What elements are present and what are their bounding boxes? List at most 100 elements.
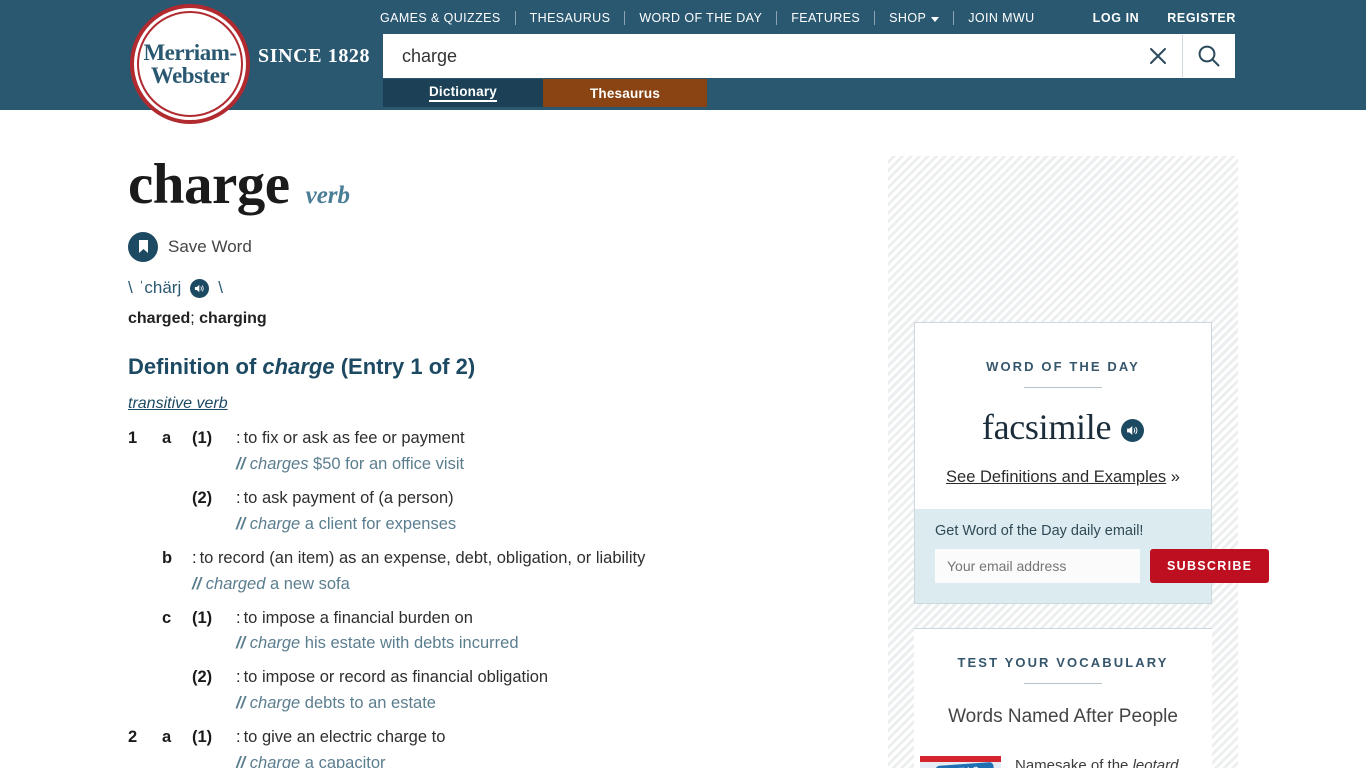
functional-label[interactable]: transitive verb <box>128 395 228 413</box>
sense-example: // charges $50 for an office visit <box>128 453 848 477</box>
logo-text: Merriam- Webster <box>137 11 243 117</box>
sense-letter: a <box>162 728 172 747</box>
search-icon[interactable] <box>1182 35 1234 77</box>
pron-close-slash: \ <box>218 278 223 297</box>
speaker-icon[interactable] <box>1121 418 1145 442</box>
colon: : <box>192 548 197 567</box>
nav-item-games-quizzes[interactable]: GAMES & QUIZZES <box>380 11 515 25</box>
sense-subnumber: (1) <box>192 728 213 747</box>
sense-row: c (1) : to impose a financial burden on <box>128 607 848 631</box>
colon: : <box>236 488 241 507</box>
sense-block: 1 a (1) : to fix or ask as fee or payment… <box>128 427 848 537</box>
bookmark-icon <box>128 232 158 262</box>
sense-subnumber: (2) <box>192 488 213 507</box>
sense-subnumber: (1) <box>192 429 213 447</box>
email-field[interactable] <box>935 549 1140 583</box>
nav-label: THESAURUS <box>529 11 611 25</box>
sense-text: to fix or ask as fee or payment <box>243 429 465 447</box>
nav-item-shop[interactable]: SHOP <box>875 11 953 25</box>
nav-label: SHOP <box>889 11 927 25</box>
sense-letter: c <box>162 608 172 627</box>
nav-item-join-mwu[interactable]: JOIN MWU <box>954 11 1048 25</box>
see-definitions-text: See Definitions and Examples <box>946 468 1167 486</box>
sense-letter: b <box>162 548 173 567</box>
sense-definition: : to ask payment of (a person) <box>236 487 848 511</box>
primary-nav: GAMES & QUIZZES THESAURUS WORD OF THE DA… <box>380 9 1049 27</box>
sense-row: (2) : to impose or record as financial ob… <box>128 666 848 690</box>
logo-line-1: Merriam- <box>143 39 237 65</box>
sense-group-1: 1 a (1) : to fix or ask as fee or payment… <box>128 427 848 768</box>
example-headword: charges <box>249 454 309 473</box>
inflection-present-participle: charging <box>199 310 267 327</box>
wotd-word[interactable]: facsimile <box>982 406 1112 448</box>
sidebar: WORD OF THE DAY facsimile See Definition… <box>888 156 1270 768</box>
divider <box>1024 683 1102 684</box>
nav-item-word-of-the-day[interactable]: WORD OF THE DAY <box>625 11 776 25</box>
nav-label: JOIN MWU <box>968 11 1035 25</box>
subscribe-form: SUBSCRIBE <box>935 549 1270 583</box>
save-word-button[interactable]: Save Word <box>128 232 848 262</box>
example-marker: // <box>192 574 202 593</box>
nav-item-thesaurus[interactable]: THESAURUS <box>516 11 625 25</box>
nav-label: FEATURES <box>791 11 861 25</box>
quiz-title: Words Named After People <box>948 706 1178 727</box>
link-arrow: » <box>1166 468 1180 486</box>
sense-example: // charge a capacitor <box>128 752 848 768</box>
example-marker: // <box>236 454 246 473</box>
sense-definition: : to impose or record as financial obliga… <box>236 666 848 690</box>
def-heading-post: (Entry 1 of 2) <box>334 354 476 379</box>
example-headword: charged <box>205 574 266 593</box>
tab-dictionary[interactable]: Dictionary <box>383 79 543 107</box>
close-icon[interactable] <box>1134 35 1182 77</box>
sense-row: 2 a (1) : to give an electric charge to <box>128 726 848 750</box>
search-input[interactable] <box>384 35 1134 77</box>
def-heading-word: charge <box>262 354 335 379</box>
colon: : <box>236 728 241 747</box>
sense-block: c (1) : to impose a financial burden on /… <box>128 607 848 717</box>
merriam-webster-logo[interactable]: Merriam- Webster <box>130 4 250 124</box>
colon: : <box>236 429 241 447</box>
sense-definition: : to impose a financial burden on <box>236 607 848 631</box>
log-in-link[interactable]: LOG IN <box>1079 11 1154 25</box>
logo-line-2: Webster <box>150 63 230 88</box>
chevron-down-icon <box>931 16 940 22</box>
sense-definition: : to record (an item) as an expense, debt… <box>192 547 848 571</box>
nav-label: GAMES & QUIZZES <box>380 11 501 25</box>
page-title: charge <box>128 153 290 216</box>
tab-label: Dictionary <box>428 84 498 102</box>
thumb-stripe <box>920 756 1001 762</box>
quiz-thumbnail-image: HELLO my name is HELLO my name is <box>920 756 1001 768</box>
sense-definition: : to fix or ask as fee or payment <box>236 427 848 451</box>
sense-row: (2) : to ask payment of (a person) <box>128 487 848 511</box>
example-rest: $50 for an office visit <box>308 454 465 473</box>
colon: : <box>236 668 241 687</box>
example-rest: a capacitor <box>300 754 386 768</box>
account-nav: LOG IN REGISTER <box>1079 9 1236 27</box>
subscribe-button[interactable]: SUBSCRIBE <box>1150 549 1270 583</box>
example-headword: charge <box>249 754 301 768</box>
nav-item-features[interactable]: FEATURES <box>777 11 874 25</box>
example-headword: charge <box>249 514 301 533</box>
inflection-separator: ; <box>190 310 200 327</box>
example-rest: a client for expenses <box>300 514 457 533</box>
pron-text: ˈchärj <box>138 278 182 297</box>
tab-label: Thesaurus <box>589 85 661 101</box>
speaker-icon[interactable] <box>190 278 210 298</box>
sense-row: b : to record (an item) as an expense, de… <box>128 547 848 571</box>
sense-text: to impose a financial burden on <box>243 608 473 627</box>
dictionary-entry: charge verb Save Word \ ˈchärj \ charged… <box>128 156 848 768</box>
wotd-word-row: facsimile <box>915 406 1211 448</box>
pronunciation: \ ˈchärj \ <box>128 278 848 298</box>
see-definitions-link[interactable]: See Definitions and Examples » <box>915 468 1211 487</box>
sense-block: 2 a (1) : to give an electric charge to /… <box>128 726 848 768</box>
search-bar <box>383 34 1235 78</box>
tagline: SINCE 1828 <box>258 45 371 67</box>
register-link[interactable]: REGISTER <box>1153 11 1236 25</box>
save-word-label: Save Word <box>168 237 252 256</box>
subscribe-prompt: Get Word of the Day daily email! <box>935 523 1144 539</box>
sense-text: to ask payment of (a person) <box>243 488 454 507</box>
wotd-subscribe-panel: Get Word of the Day daily email! SUBSCRI… <box>915 509 1270 603</box>
tab-thesaurus[interactable]: Thesaurus <box>543 79 707 107</box>
sense-row: 1 a (1) : to fix or ask as fee or payment <box>128 427 848 451</box>
nav-label: WORD OF THE DAY <box>639 11 763 25</box>
